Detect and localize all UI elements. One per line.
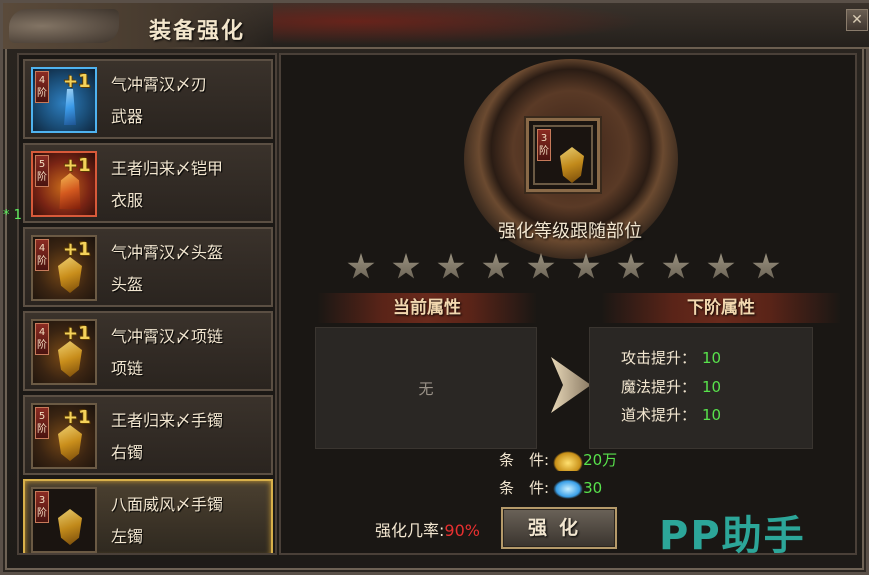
rate-label: 强化几率:: [375, 521, 445, 540]
enhance-window: 装备强化 ✕ 4阶 +1 气冲霄汉〆刃 武器 5阶 +1 王者归来〆铠甲 衣服: [0, 0, 869, 575]
star-icon: [752, 253, 780, 279]
equipment-item-armor[interactable]: 5阶 +1 王者归来〆铠甲 衣服: [23, 143, 273, 223]
star-icon: [392, 253, 420, 279]
item-name: 王者归来〆手镯: [111, 411, 224, 430]
item-slot: 头盔: [111, 275, 144, 294]
item-name: 气冲霄汉〆头盔: [111, 243, 224, 262]
tier-badge: 5阶: [35, 407, 49, 439]
helmet-icon: 4阶 +1: [31, 235, 97, 301]
stat-attack: 攻击提升： 10: [621, 347, 721, 368]
necklace-shape-icon: [58, 341, 82, 377]
next-attr-header: 下阶属性: [601, 293, 841, 323]
star-icon: [662, 253, 690, 279]
armor-icon: 5阶 +1: [31, 151, 97, 217]
current-attr-none: 无: [418, 380, 434, 398]
tier-badge: 3阶: [537, 129, 551, 161]
stat-value: 10: [702, 406, 722, 424]
star-icon: [707, 253, 735, 279]
item-name: 气冲霄汉〆刃: [111, 75, 208, 94]
item-slot: 衣服: [111, 191, 144, 210]
plus-badge: +1: [63, 239, 91, 260]
bracelet-shape-icon: [58, 509, 82, 545]
stat-label: 攻击提升：: [621, 349, 697, 367]
item-name: 王者归来〆铠甲: [111, 159, 224, 178]
tier-badge: 4阶: [35, 323, 49, 355]
condition-crystal: 条 件: 30: [499, 477, 602, 499]
plus-badge: +1: [63, 155, 91, 176]
crystal-icon: [553, 478, 584, 499]
stat-taoism: 道术提升： 10: [621, 404, 721, 425]
condition-value: 20万: [583, 451, 618, 469]
equipment-item-helmet[interactable]: 4阶 +1 气冲霄汉〆头盔 头盔: [23, 227, 273, 307]
watermark-logo: PP助手: [659, 513, 806, 559]
condition-value: 30: [583, 479, 603, 497]
stat-label: 魔法提升：: [621, 378, 697, 396]
star-icon: [572, 253, 600, 279]
blade-icon: [64, 89, 76, 125]
current-attr-header: 当前属性: [317, 293, 537, 323]
stat-magic: 魔法提升： 10: [621, 376, 721, 397]
condition-gold: 条 件: 20万: [499, 449, 617, 471]
item-slot: 项链: [111, 359, 144, 378]
item-slot: 武器: [111, 107, 144, 126]
stat-value: 10: [702, 378, 722, 396]
selected-equipment-slot: 3阶: [526, 118, 600, 192]
weapon-icon: 4阶 +1: [31, 67, 97, 133]
tier-badge: 5阶: [35, 155, 49, 187]
bracelet-icon: 5阶 +1: [31, 403, 97, 469]
equipment-item-left-bracelet[interactable]: 3阶 八面威风〆手镯 左镯: [23, 479, 273, 553]
tier-badge: 4阶: [35, 71, 49, 103]
side-marker: * 1: [3, 208, 22, 223]
star-icon: [482, 253, 510, 279]
selected-bracelet-icon: 3阶: [533, 125, 593, 185]
star-icon: [437, 253, 465, 279]
dragon-ornament: [273, 3, 693, 49]
star-icon: [347, 253, 375, 279]
tier-badge: 4阶: [35, 239, 49, 271]
item-slot: 左镯: [111, 527, 144, 546]
plus-badge: +1: [63, 407, 91, 428]
helmet-shape-icon: [58, 257, 82, 293]
bracelet-shape-icon: [560, 147, 584, 183]
close-button[interactable]: ✕: [846, 9, 868, 31]
armor-figure-icon: [59, 173, 81, 209]
success-rate: 强化几率:90%: [375, 517, 480, 541]
title-bar: 装备强化 ✕: [3, 3, 869, 49]
item-name: 气冲霄汉〆项链: [111, 327, 224, 346]
gold-ingot-icon: [553, 450, 584, 471]
enhance-detail-panel: 3阶 强化等级跟随部位 当前属性 下阶属性 无 攻击提升： 10 魔法提升： 10: [279, 53, 857, 555]
arrow-right-icon: [551, 357, 591, 413]
window-title: 装备强化: [149, 19, 246, 44]
star-icon: [617, 253, 645, 279]
item-slot: 右镯: [111, 443, 144, 462]
current-attr-box: 无: [315, 327, 537, 449]
condition-label: 条 件:: [499, 479, 550, 497]
tier-badge: 3阶: [35, 491, 49, 523]
equipment-item-necklace[interactable]: 4阶 +1 气冲霄汉〆项链 项链: [23, 311, 273, 391]
equipment-item-weapon[interactable]: 4阶 +1 气冲霄汉〆刃 武器: [23, 59, 273, 139]
necklace-icon: 4阶 +1: [31, 319, 97, 385]
bracelet-shape-icon: [58, 425, 82, 461]
condition-label: 条 件:: [499, 451, 550, 469]
enhance-button[interactable]: 强化: [501, 507, 617, 549]
follow-text: 强化等级跟随部位: [498, 221, 642, 242]
equipment-item-right-bracelet[interactable]: 5阶 +1 王者归来〆手镯 右镯: [23, 395, 273, 475]
star-icon: [527, 253, 555, 279]
plus-badge: +1: [63, 323, 91, 344]
item-name: 八面威风〆手镯: [111, 495, 224, 514]
equipment-list: 4阶 +1 气冲霄汉〆刃 武器 5阶 +1 王者归来〆铠甲 衣服 4阶 +1 气…: [17, 53, 277, 555]
stat-label: 道术提升：: [621, 406, 697, 424]
cloud-ornament-icon: [9, 9, 119, 43]
bracelet-icon: 3阶: [31, 487, 97, 553]
rate-value: 90%: [444, 521, 480, 540]
star-rating: [347, 253, 797, 281]
stat-value: 10: [702, 349, 722, 367]
plus-badge: +1: [63, 71, 91, 92]
